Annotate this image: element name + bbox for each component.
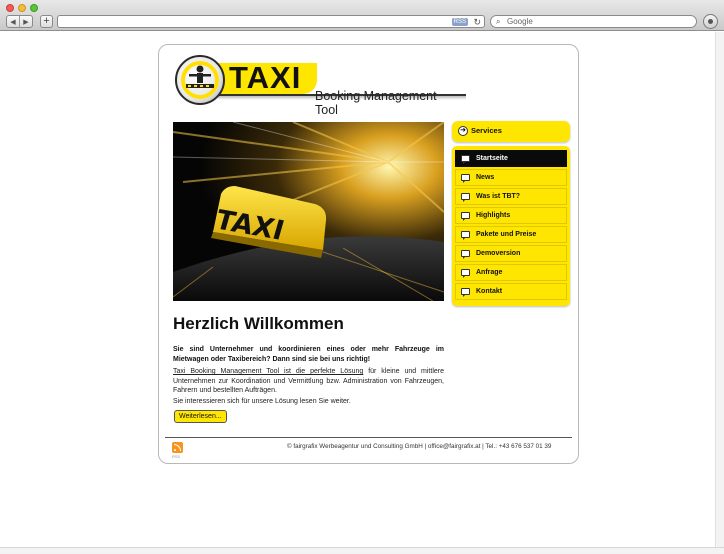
services-label: Services [471,126,502,135]
sidebar-item-pakete-und-preise[interactable]: Pakete und Preise [455,226,567,243]
footer-divider [165,437,572,438]
speech-bubble-icon [461,288,470,295]
sidebar-item-was-ist-tbt[interactable]: Was ist TBT? [455,188,567,205]
add-bookmark-button[interactable]: + [40,15,53,28]
sidebar-item-kontakt[interactable]: Kontakt [455,283,567,300]
speech-bubble-icon [461,174,470,181]
sidebar-item-startseite[interactable]: Startseite [455,150,567,167]
sidebar-item-anfrage[interactable]: Anfrage [455,264,567,281]
site-logo[interactable]: TAXI Booking Management Tool [175,54,466,117]
page-title: Herzlich Willkommen [173,314,344,333]
rss-caption: RSS [172,454,181,459]
sidebar-item-label: Pakete und Preise [476,231,537,238]
sidebar-item-demoversion[interactable]: Demoversion [455,245,567,262]
window-bottom-edge [0,547,724,554]
arrow-right-icon: ➜ [458,126,468,136]
sidebar-menu: Startseite News Was ist TBT? Highlights … [452,146,570,306]
hero-image: TAXI [173,122,444,301]
search-icon: ⌕ [496,17,501,26]
description-paragraph: Taxi Booking Management Tool ist die per… [173,367,444,396]
speech-bubble-icon [461,193,470,200]
back-forward-buttons: ◀ ▶ [6,15,33,28]
zoom-window-button[interactable] [30,4,38,12]
minimize-window-button[interactable] [18,4,26,12]
intro-text: Sie sind Unternehmer und koordinieren ei… [173,346,444,363]
vertical-scrollbar[interactable] [715,32,724,547]
logo-title: TAXI [229,60,302,95]
browser-toolbar: ◀ ▶ + RSS ↻ ⌕ Google [0,0,724,31]
close-window-button[interactable] [6,4,14,12]
back-arrow-icon[interactable]: ◀ [7,16,20,27]
read-more-prompt: Sie interessieren sich für unsere Lösung… [173,398,351,405]
speech-bubble-icon [461,231,470,238]
downloads-icon[interactable] [703,14,718,29]
sidebar-item-label: Highlights [476,212,511,219]
speech-bubble-icon [461,269,470,276]
speech-bubble-icon [461,212,470,219]
logo-subtitle: Booking Management Tool [315,89,437,117]
sidebar-item-label: Startseite [476,155,508,162]
forward-arrow-icon[interactable]: ▶ [20,16,32,27]
sidebar-item-highlights[interactable]: Highlights [455,207,567,224]
read-more-button[interactable]: Weiterlesen... [174,410,227,423]
rss-badge[interactable]: RSS [451,18,468,26]
page-container: TAXI Booking Management Tool TAXI Herzli… [158,44,579,464]
sidebar-item-label: Demoversion [476,250,521,257]
sidebar-item-label: Was ist TBT? [476,193,521,200]
speech-bubble-icon [461,250,470,257]
search-input[interactable]: ⌕ Google [490,15,697,28]
address-bar[interactable]: RSS ↻ [57,15,485,28]
description-link[interactable]: Taxi Booking Management Tool ist die per… [173,368,363,375]
sidebar-item-label: Anfrage [476,269,503,276]
sidebar-item-news[interactable]: News [455,169,567,186]
logo-emblem-icon [175,55,225,105]
services-header[interactable]: ➜ Services [452,121,570,142]
rss-feed-icon[interactable] [172,442,183,453]
speech-bubble-icon [461,155,470,162]
sidebar-item-label: Kontakt [476,288,503,295]
sidebar-item-label: News [476,174,495,181]
reload-icon[interactable]: ↻ [473,16,481,28]
search-placeholder: Google [507,17,533,26]
footer-contact-text: © fairgrafix Werbeagentur und Consulting… [287,443,552,450]
